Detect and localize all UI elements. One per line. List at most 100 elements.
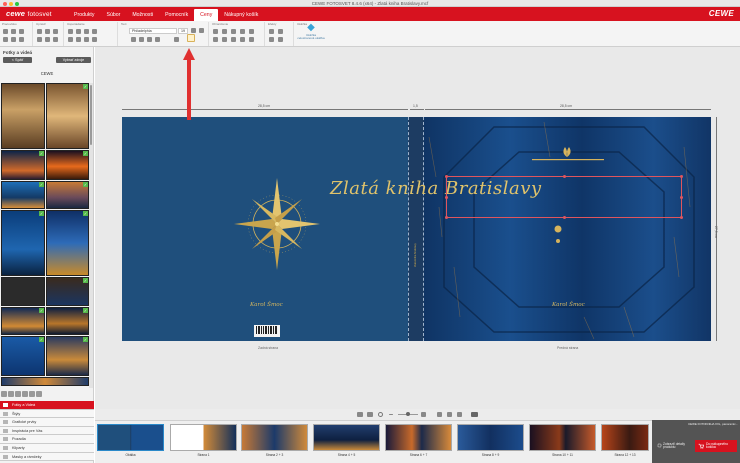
book-cover[interactable]: Karol Šmoc Zlatá kniha Bratislavy Karol …	[122, 117, 711, 341]
bring-forward-icon[interactable]	[92, 29, 97, 34]
align-center-icon[interactable]	[76, 29, 81, 34]
text-format-icon[interactable]	[199, 28, 204, 33]
filmstrip-page[interactable]: Strana 8 + 9	[457, 424, 524, 458]
undo-icon[interactable]	[37, 29, 42, 34]
adjust-icon[interactable]	[269, 37, 274, 42]
photo-thumbnail[interactable]: ✓	[1, 181, 45, 209]
zoom-out-icon[interactable]	[378, 412, 383, 417]
filmstrip-page[interactable]: Strana 1	[170, 424, 237, 458]
compass-star-icon[interactable]	[232, 175, 322, 273]
zoom-slider[interactable]	[398, 412, 418, 416]
zoom-minus-icon[interactable]	[389, 414, 393, 415]
zoom-plus-icon[interactable]	[421, 412, 426, 417]
grid-view-icon[interactable]	[36, 391, 42, 397]
filter-icon[interactable]	[278, 29, 283, 34]
save-icon[interactable]	[3, 29, 8, 34]
accordion-masks-frames[interactable]: Masky a rámčeky	[0, 452, 94, 462]
back-cover-author[interactable]: Karol Šmoc	[250, 302, 283, 308]
color-icon[interactable]	[278, 37, 283, 42]
zoom-slider-thumb[interactable]	[406, 412, 410, 416]
redo-icon[interactable]	[45, 29, 50, 34]
resize-handle[interactable]	[563, 216, 566, 219]
back-cover[interactable]: Karol Šmoc	[122, 117, 408, 341]
resize-handle[interactable]	[680, 175, 683, 178]
photo-thumbnail[interactable]: ✓	[1, 210, 45, 276]
photo-thumbnail[interactable]: ✓	[46, 83, 89, 149]
fit-width-icon[interactable]	[447, 412, 452, 417]
filmstrip-page[interactable]: Strana 6 + 7	[385, 424, 452, 458]
filmstrip-page[interactable]: Strana 2 + 3	[241, 424, 308, 458]
front-cover-author[interactable]: Karol Šmoc	[552, 302, 585, 308]
underline-icon[interactable]	[155, 37, 160, 42]
preview-button[interactable]: ◆ Ukážka celostranová ukážka	[296, 22, 326, 44]
flip-icon[interactable]	[249, 37, 254, 42]
accordion-graphics[interactable]: Grafické prvky	[0, 418, 94, 427]
photo-thumbnail[interactable]	[1, 277, 45, 306]
accordion-cliparts[interactable]: Kliparty	[0, 443, 94, 453]
text-fill-color-button[interactable]	[187, 34, 195, 42]
distribute-icon[interactable]	[68, 37, 73, 42]
group-icon[interactable]	[76, 37, 81, 42]
menu-item-options[interactable]: Možnosti	[126, 9, 159, 21]
italic-icon[interactable]	[147, 37, 152, 42]
add-page-icon[interactable]	[11, 29, 16, 34]
product-details-button[interactable]: Zobraziť detaily produktu	[655, 441, 691, 451]
text-align-icon[interactable]	[131, 37, 136, 42]
crop-icon[interactable]	[231, 37, 236, 42]
border-width-icon[interactable]	[222, 29, 227, 34]
list-view-icon[interactable]	[29, 391, 35, 397]
resize-handle[interactable]	[445, 175, 448, 178]
back-button[interactable]: < Späť	[3, 57, 32, 63]
resize-handle[interactable]	[445, 216, 448, 219]
select-sources-button[interactable]: Vybrať zdroje	[56, 57, 91, 63]
font-family-select[interactable]: Philadelphia	[129, 28, 177, 34]
front-cover[interactable]: Karol Šmoc	[424, 117, 711, 341]
accordion-inspiration[interactable]: Inspirácia pre Vás	[0, 426, 94, 436]
double-page-view-icon[interactable]	[367, 412, 373, 417]
border-style-icon[interactable]	[213, 29, 218, 34]
font-size-select[interactable]: 19	[178, 28, 188, 34]
filmstrip-toggle-icon[interactable]	[471, 412, 478, 417]
rotate-icon[interactable]	[240, 37, 245, 42]
border-color-icon[interactable]	[213, 37, 218, 42]
paste-icon[interactable]	[37, 37, 42, 42]
photo-thumbnail[interactable]: ✓	[46, 181, 89, 209]
fullscreen-icon[interactable]	[457, 412, 462, 417]
zoom-icon[interactable]	[19, 37, 24, 42]
remove-page-icon[interactable]	[19, 29, 24, 34]
filmstrip-page[interactable]: Strana 12 + 13	[601, 424, 649, 458]
accordion-photos-videos[interactable]: Fotky a Videá	[0, 401, 94, 410]
resize-handle[interactable]	[680, 216, 683, 219]
lock-icon[interactable]	[84, 37, 89, 42]
photo-thumbnail[interactable]: ✓	[46, 210, 89, 276]
sort-icon[interactable]	[1, 391, 7, 397]
cut-icon[interactable]	[45, 37, 50, 42]
text-color-icon[interactable]	[191, 28, 196, 33]
resize-handle[interactable]	[680, 196, 683, 199]
photo-thumbnail[interactable]: ✓	[46, 150, 89, 180]
photo-grid-scrollbar[interactable]	[89, 83, 93, 388]
text-fill-icon[interactable]	[174, 37, 179, 42]
resize-handle[interactable]	[563, 175, 566, 178]
single-page-view-icon[interactable]	[357, 412, 363, 417]
effects-icon[interactable]	[269, 29, 274, 34]
fit-page-icon[interactable]	[437, 412, 442, 417]
filter-icon[interactable]	[8, 391, 14, 397]
resize-handle[interactable]	[445, 196, 448, 199]
align-right-icon[interactable]	[84, 29, 89, 34]
settings-icon[interactable]	[3, 37, 8, 42]
menu-item-products[interactable]: Produkty	[68, 9, 100, 21]
photo-thumbnail[interactable]: ✓	[1, 307, 45, 335]
border-remove-icon[interactable]	[222, 37, 227, 42]
photo-thumbnail[interactable]: ✓	[1, 150, 45, 180]
align-left-icon[interactable]	[68, 29, 73, 34]
photo-thumbnail[interactable]	[1, 377, 89, 386]
accordion-backgrounds[interactable]: Pozadia	[0, 435, 94, 444]
grid-icon[interactable]	[11, 37, 16, 42]
send-backward-icon[interactable]	[92, 37, 97, 42]
zoom-in-icon[interactable]	[15, 391, 21, 397]
menu-item-cart[interactable]: Nákupný košík	[218, 9, 264, 21]
zoom-out-icon[interactable]	[22, 391, 28, 397]
photo-thumbnail[interactable]: ✓	[1, 336, 45, 376]
photo-thumbnail[interactable]: ✓	[46, 277, 89, 306]
